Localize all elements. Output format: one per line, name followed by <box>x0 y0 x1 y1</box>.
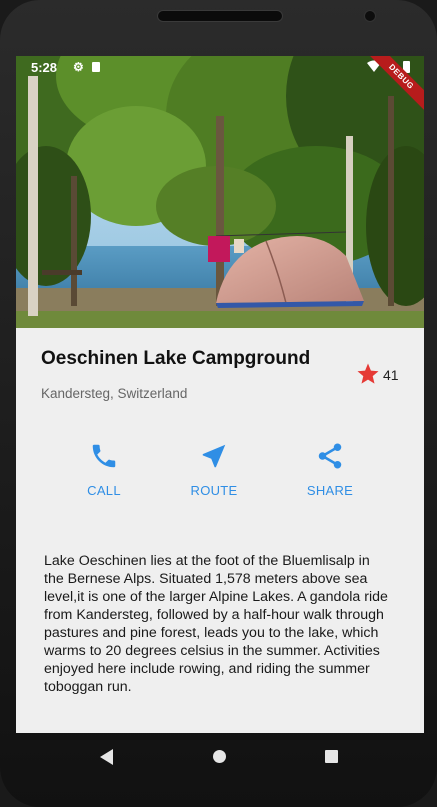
star-icon[interactable] <box>356 362 380 391</box>
status-time: 5:28 <box>31 60 58 75</box>
call-label: CALL <box>87 483 121 498</box>
action-buttons: CALL ROUTE SHARE <box>16 441 424 501</box>
route-button[interactable]: ROUTE <box>164 441 264 501</box>
share-button[interactable]: SHARE <box>280 441 380 501</box>
campsite-photo <box>16 56 424 328</box>
phone-frame: 5:28 ⚙ DEBUG Oeschinen Lake Campground K… <box>0 0 437 807</box>
recents-icon[interactable] <box>325 750 338 763</box>
back-icon[interactable] <box>100 749 114 770</box>
place-location: Kandersteg, Switzerland <box>41 386 188 401</box>
phone-icon <box>54 441 154 471</box>
status-bar: 5:28 ⚙ <box>16 56 424 80</box>
phone-camera <box>364 10 376 22</box>
route-label: ROUTE <box>190 483 238 498</box>
place-title: Oeschinen Lake Campground <box>41 348 311 369</box>
call-button[interactable]: CALL <box>54 441 154 501</box>
phone-speaker <box>157 10 283 22</box>
share-icon <box>280 441 380 471</box>
description-text: Lake Oeschinen lies at the foot of the B… <box>44 553 388 695</box>
share-label: SHARE <box>306 483 354 498</box>
navigation-icon <box>164 441 264 471</box>
system-nav-bar <box>16 733 424 781</box>
hero-image: 5:28 ⚙ DEBUG <box>16 56 424 328</box>
rating-count: 41 <box>383 367 399 383</box>
gear-icon: ⚙ <box>73 60 84 74</box>
sd-card-icon <box>92 62 100 72</box>
home-icon[interactable] <box>213 750 226 763</box>
app-screen: 5:28 ⚙ DEBUG Oeschinen Lake Campground K… <box>16 56 424 733</box>
